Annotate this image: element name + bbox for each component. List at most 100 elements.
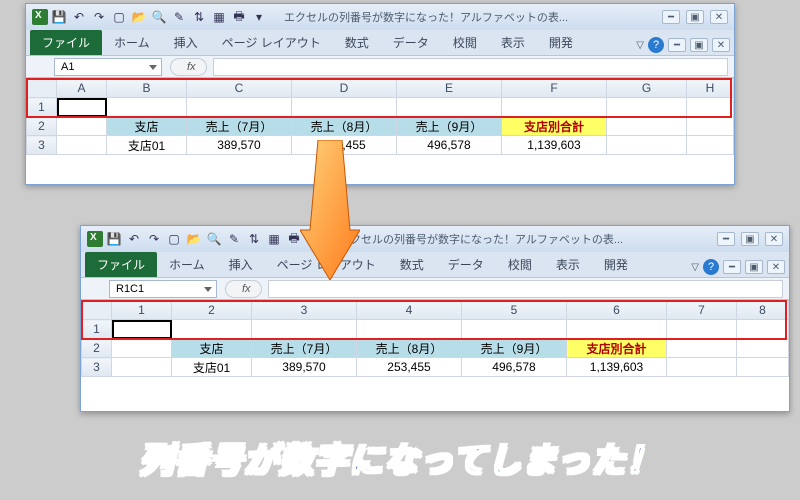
row-header[interactable]: 1 [27,98,57,117]
minimize-button[interactable]: ━ [662,10,680,24]
brush-icon[interactable]: ✎ [170,8,188,26]
tab-insert[interactable]: 挿入 [217,252,265,277]
col-header[interactable]: H [687,79,734,98]
help-icon[interactable]: ? [703,259,719,275]
tab-formulas[interactable]: 数式 [388,252,436,277]
workbook-restore-button[interactable]: ▣ [745,260,763,274]
col-header[interactable]: 3 [252,301,357,320]
cell[interactable]: 売上（9月） [397,117,502,136]
cell[interactable] [397,98,502,117]
save-icon[interactable]: 💾 [50,8,68,26]
cell[interactable] [567,320,667,339]
col-header[interactable]: 8 [737,301,789,320]
tab-review[interactable]: 校閲 [496,252,544,277]
cell[interactable] [292,98,397,117]
qat-dropdown-icon[interactable]: ▾ [305,230,323,248]
open-icon[interactable]: 📂 [130,8,148,26]
macro-icon[interactable]: ▦ [210,8,228,26]
cell[interactable] [737,358,789,377]
save-icon[interactable]: 💾 [105,230,123,248]
cell[interactable] [107,98,187,117]
col-header[interactable]: A [57,79,107,98]
cell[interactable]: 253,455 [292,136,397,155]
row-header[interactable]: 3 [27,136,57,155]
cell[interactable] [607,98,687,117]
col-header[interactable]: 6 [567,301,667,320]
tab-view[interactable]: 表示 [544,252,592,277]
col-header[interactable]: G [607,79,687,98]
tab-developer[interactable]: 開発 [592,252,640,277]
fx-label[interactable]: fx [225,280,262,298]
file-tab[interactable]: ファイル [30,30,102,55]
cell[interactable] [737,320,789,339]
print-preview-icon[interactable]: 🔍 [150,8,168,26]
cell[interactable]: 売上（9月） [462,339,567,358]
cell[interactable]: 253,455 [357,358,462,377]
new-icon[interactable]: ▢ [110,8,128,26]
cell[interactable] [57,136,107,155]
cell[interactable]: 389,570 [187,136,292,155]
cell[interactable] [667,339,737,358]
tab-view[interactable]: 表示 [489,30,537,55]
cell[interactable] [687,98,734,117]
cell[interactable] [667,358,737,377]
col-header[interactable]: 5 [462,301,567,320]
cell[interactable]: 支店別合計 [502,117,607,136]
cell[interactable]: 支店01 [107,136,187,155]
ribbon-chevron-icon[interactable]: ▽ [691,262,699,273]
row-header[interactable]: 1 [82,320,112,339]
undo-icon[interactable]: ↶ [125,230,143,248]
tab-home[interactable]: ホーム [102,30,162,55]
redo-icon[interactable]: ↷ [145,230,163,248]
cell[interactable] [462,320,567,339]
tab-home[interactable]: ホーム [157,252,217,277]
cell[interactable] [252,320,357,339]
col-header[interactable]: D [292,79,397,98]
cell[interactable]: 支店別合計 [567,339,667,358]
row-header[interactable]: 3 [82,358,112,377]
cell[interactable] [667,320,737,339]
cell[interactable]: 売上（8月） [357,339,462,358]
active-cell[interactable] [112,320,172,339]
formula-input[interactable] [268,280,783,298]
tab-data[interactable]: データ [381,30,441,55]
close-button[interactable]: ✕ [765,232,783,246]
maximize-button[interactable]: ▣ [741,232,759,246]
select-all-corner[interactable] [82,301,112,320]
cell[interactable] [687,136,734,155]
active-cell[interactable] [57,98,107,117]
col-header[interactable]: E [397,79,502,98]
col-header[interactable]: F [502,79,607,98]
file-tab[interactable]: ファイル [85,252,157,277]
sort-icon[interactable]: ⇅ [190,8,208,26]
cell[interactable]: 496,578 [397,136,502,155]
formula-input[interactable] [213,58,728,76]
workbook-minimize-button[interactable]: ━ [723,260,741,274]
minimize-button[interactable]: ━ [717,232,735,246]
cell[interactable] [357,320,462,339]
cell[interactable]: 389,570 [252,358,357,377]
fx-label[interactable]: fx [170,58,207,76]
col-header[interactable]: 4 [357,301,462,320]
row-header[interactable]: 2 [27,117,57,136]
tab-insert[interactable]: 挿入 [162,30,210,55]
brush-icon[interactable]: ✎ [225,230,243,248]
tab-data[interactable]: データ [436,252,496,277]
workbook-restore-button[interactable]: ▣ [690,38,708,52]
cell[interactable]: 支店 [107,117,187,136]
cell[interactable] [172,320,252,339]
select-all-corner[interactable] [27,79,57,98]
name-box[interactable]: R1C1 [109,280,217,298]
cell[interactable] [112,358,172,377]
undo-icon[interactable]: ↶ [70,8,88,26]
col-header[interactable]: 7 [667,301,737,320]
workbook-close-button[interactable]: ✕ [767,260,785,274]
ribbon-chevron-icon[interactable]: ▽ [636,40,644,51]
open-icon[interactable]: 📂 [185,230,203,248]
tab-page-layout[interactable]: ページ レイアウト [210,30,333,55]
sort-icon[interactable]: ⇅ [245,230,263,248]
tab-developer[interactable]: 開発 [537,30,585,55]
col-header[interactable]: 1 [112,301,172,320]
help-icon[interactable]: ? [648,37,664,53]
cell[interactable] [607,136,687,155]
